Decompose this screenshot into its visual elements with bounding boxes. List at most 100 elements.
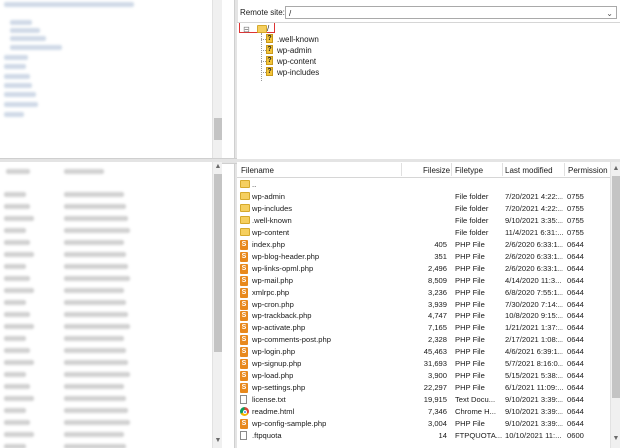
file-permissions: 0644 [567, 251, 584, 261]
folder-icon [240, 227, 250, 236]
remote-file-list[interactable]: Filename Filesize Filetype Last modified… [237, 162, 620, 448]
file-size: 3,004 [427, 419, 447, 428]
file-type: PHP File [455, 371, 485, 381]
scrollbar-thumb[interactable] [214, 174, 222, 352]
file-row[interactable]: Swp-comments-post.php 2,328 PHP File 2/17/2… [237, 334, 605, 346]
file-size: 4,747 [427, 311, 447, 321]
column-filesize[interactable]: Filesize [423, 166, 450, 175]
local-list-scrollbar[interactable]: ▲ ▼ [212, 162, 222, 448]
unknown-folder-icon: ? [266, 56, 273, 65]
collapse-icon[interactable]: ⊟ [243, 25, 250, 34]
file-modified: 6/1/2021 11:09:... [505, 383, 563, 393]
file-row[interactable]: Swp-activate.php 7,165 PHP File 1/21/2021 1… [237, 322, 605, 334]
file-row[interactable]: readme.html 7,346 Chrome H... 9/10/2021 3:3… [237, 406, 605, 418]
blurred-modified [64, 240, 124, 245]
remote-site-bar: Remote site: / ⌄ [237, 4, 620, 22]
file-size: 14 [438, 430, 447, 440]
file-row[interactable]: Swp-signup.php 31,693 PHP File 5/7/2021 8:1… [237, 358, 605, 370]
remote-list-scrollbar[interactable]: ▲ ▼ [610, 162, 620, 448]
blurred-tree-item [10, 28, 40, 33]
folder-icon [240, 203, 250, 212]
file-type: PHP File [455, 419, 485, 428]
file-name: wp-links-opml.php [252, 263, 314, 273]
file-row[interactable]: wp-content File folder 11/4/2021 6:31:... 0… [237, 227, 605, 239]
remote-directory-tree[interactable]: ⊟ / ? .well-known ? wp-admin ? wp-conten… [237, 22, 620, 159]
blurred-modified [64, 396, 126, 401]
unknown-folder-icon: ? [266, 34, 273, 43]
scroll-down-icon[interactable]: ▼ [213, 436, 222, 446]
file-row[interactable]: Swp-login.php 45,463 PHP File 4/6/2021 6:39… [237, 346, 605, 358]
chevron-down-icon[interactable]: ⌄ [606, 7, 613, 20]
file-row[interactable]: Sindex.php 405 PHP File 2/6/2020 6:33:1... 0… [237, 239, 605, 251]
local-file-list[interactable]: ▲ ▼ [0, 162, 222, 448]
remote-path-input[interactable]: / ⌄ [285, 6, 617, 19]
file-row[interactable]: Swp-links-opml.php 2,496 PHP File 2/6/2020 … [237, 263, 605, 275]
column-filetype[interactable]: Filetype [455, 166, 483, 175]
scroll-down-icon[interactable]: ▼ [611, 434, 620, 444]
blurred-modified [64, 420, 130, 425]
php-file-icon: S [240, 239, 248, 250]
file-type: PHP File [455, 335, 485, 345]
file-row[interactable]: Sxmlrpc.php 3,236 PHP File 6/8/2020 7:55:1.… [237, 287, 605, 299]
file-row[interactable]: Swp-mail.php 8,509 PHP File 4/14/2020 11:3.… [237, 275, 605, 287]
local-directory-tree[interactable] [0, 0, 222, 158]
blurred-tree-item [4, 83, 32, 88]
file-size: 7,346 [427, 407, 447, 417]
tree-root-node[interactable]: ⊟ / [239, 23, 275, 34]
scrollbar-thumb[interactable] [214, 118, 222, 140]
blurred-modified [64, 204, 126, 209]
folder-icon [257, 25, 267, 33]
php-file-icon: S [240, 335, 248, 346]
blurred-file-type [4, 276, 30, 281]
file-name: wp-blog-header.php [252, 251, 320, 261]
php-file-icon: S [240, 359, 248, 370]
file-permissions: 0644 [567, 419, 584, 428]
file-modified: 5/7/2021 8:16:0... [505, 359, 563, 369]
file-type: PHP File [455, 263, 485, 273]
file-size: 22,297 [423, 383, 447, 393]
scroll-up-icon[interactable]: ▲ [611, 164, 620, 174]
file-permissions: 0644 [567, 299, 584, 309]
blurred-file-type [4, 360, 34, 365]
column-filename[interactable]: Filename [241, 166, 274, 175]
file-row[interactable]: .well-known File folder 9/10/2021 3:35:...… [237, 215, 605, 227]
file-modified: 7/20/2021 4:22:... [505, 191, 563, 201]
file-row[interactable]: Swp-blog-header.php 351 PHP File 2/6/2020 6… [237, 251, 605, 263]
file-name: wp-content [252, 227, 290, 237]
file-row[interactable]: Swp-trackback.php 4,747 PHP File 10/8/2020 … [237, 310, 605, 322]
file-row[interactable]: Swp-cron.php 3,939 PHP File 7/30/2020 7:14:… [237, 299, 605, 311]
file-modified: 6/8/2020 7:55:1... [505, 287, 563, 297]
column-last-modified[interactable]: Last modified [505, 166, 553, 175]
file-modified: 2/17/2021 1:08:... [505, 335, 563, 345]
blurred-file-type [4, 348, 30, 353]
scroll-up-icon[interactable]: ▲ [213, 162, 222, 172]
file-row[interactable]: license.txt 19,915 Text Docu... 9/10/2021 3… [237, 394, 605, 406]
tree-connector [261, 33, 262, 81]
file-name: wp-cron.php [252, 299, 294, 309]
file-size: 3,236 [427, 287, 447, 297]
file-row[interactable]: Swp-settings.php 22,297 PHP File 6/1/2021 1… [237, 382, 605, 394]
php-file-icon: S [240, 419, 248, 429]
file-size: 3,939 [427, 299, 447, 309]
file-row[interactable]: wp-admin File folder 7/20/2021 4:22:... 075… [237, 191, 605, 203]
blurred-tree-item [4, 55, 28, 60]
file-modified: 11/4/2021 6:31:... [505, 227, 563, 237]
local-tree-scrollbar[interactable] [212, 0, 222, 158]
file-row[interactable]: wp-includes File folder 7/20/2021 4:22:...… [237, 203, 605, 215]
file-row[interactable]: Swp-config-sample.php 3,004 PHP File 9/10/2… [237, 418, 605, 430]
file-size: 7,165 [427, 323, 447, 333]
file-type: PHP File [455, 287, 485, 297]
file-row[interactable]: Swp-load.php 3,900 PHP File 5/15/2021 5:38:… [237, 370, 605, 382]
file-row[interactable]: .ftpquota 14 FTPQUOTA... 10/10/2021 11:... 0… [237, 430, 605, 442]
file-modified: 4/6/2021 6:39:1... [505, 347, 563, 357]
scrollbar-thumb[interactable] [612, 176, 620, 398]
php-file-icon: S [240, 251, 248, 262]
php-file-icon: S [240, 383, 248, 394]
file-type: PHP File [455, 311, 485, 321]
file-row[interactable]: .. [237, 179, 605, 191]
file-type: PHP File [455, 383, 485, 393]
file-name: wp-login.php [252, 347, 296, 357]
file-name: wp-signup.php [252, 359, 302, 369]
column-permissions[interactable]: Permission [568, 166, 608, 175]
file-name: wp-config-sample.php [252, 419, 327, 428]
